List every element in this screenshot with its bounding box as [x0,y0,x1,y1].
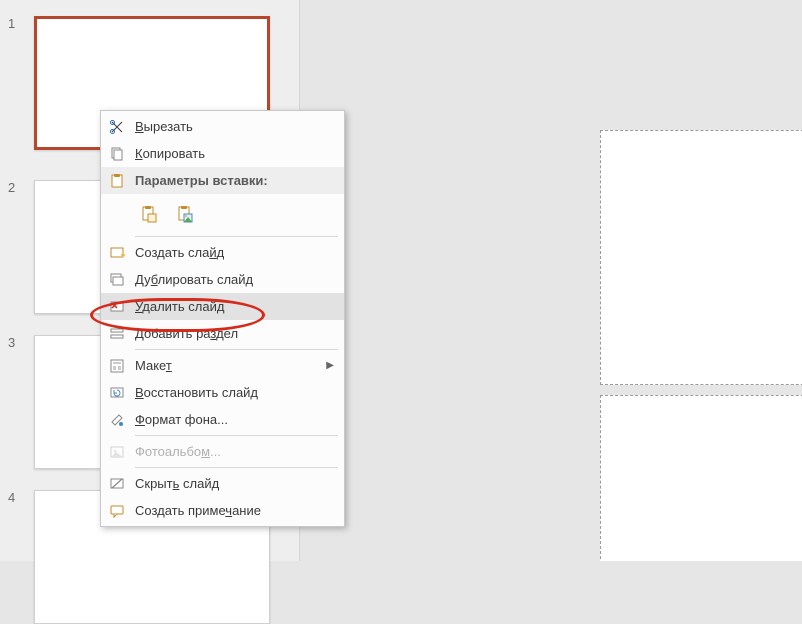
menu-reset-slide[interactable]: Восстановить слайд [101,379,344,406]
menu-label: Макет [135,358,326,373]
menu-add-section[interactable]: Добавить раздел [101,320,344,347]
menu-separator [135,236,338,237]
menu-label: Фотоальбом... [135,444,334,459]
menu-paste-options-header: Параметры вставки: [101,167,344,194]
new-slide-icon [107,243,127,263]
menu-cut[interactable]: Вырезать [101,113,344,140]
menu-label: Параметры вставки: [135,173,334,188]
menu-duplicate-slide[interactable]: Дублировать слайд [101,266,344,293]
paste-picture[interactable] [171,200,199,228]
reset-slide-icon [107,383,127,403]
clipboard-icon [107,171,127,191]
add-section-icon [107,324,127,344]
layout-icon [107,356,127,376]
menu-hide-slide[interactable]: Скрыть слайд [101,470,344,497]
copy-icon [107,144,127,164]
content-placeholder[interactable] [600,395,802,561]
scissors-icon [107,117,127,137]
slide-number: 2 [8,180,26,195]
menu-label: Восстановить слайд [135,385,334,400]
menu-new-slide[interactable]: Создать слайд [101,239,344,266]
delete-slide-icon [107,297,127,317]
menu-label: Вырезать [135,119,334,134]
slide-number: 4 [8,490,26,505]
paste-use-destination-theme[interactable] [135,200,163,228]
menu-separator [135,349,338,350]
slide-edit-area [300,0,802,561]
menu-separator [135,467,338,468]
comment-icon [107,501,127,521]
menu-label: Добавить раздел [135,326,334,341]
menu-label: Скрыть слайд [135,476,334,491]
slide-number: 1 [8,16,26,31]
menu-label: Копировать [135,146,334,161]
title-placeholder[interactable] [600,130,802,385]
menu-separator [135,435,338,436]
menu-label: Создать примечание [135,503,334,518]
photo-album-icon [107,442,127,462]
menu-label: Удалить слайд [135,299,334,314]
slide-number: 3 [8,335,26,350]
menu-photo-album: Фотоальбом... [101,438,344,465]
menu-layout[interactable]: Макет ▶ [101,352,344,379]
format-background-icon [107,410,127,430]
submenu-arrow-icon: ▶ [326,360,334,371]
hide-slide-icon [107,474,127,494]
menu-new-comment[interactable]: Создать примечание [101,497,344,524]
menu-delete-slide[interactable]: Удалить слайд [101,293,344,320]
menu-copy[interactable]: Копировать [101,140,344,167]
duplicate-slide-icon [107,270,127,290]
paste-options-row [101,194,344,234]
menu-label: Создать слайд [135,245,334,260]
menu-label: Дублировать слайд [135,272,334,287]
menu-label: Формат фона... [135,412,334,427]
slide-context-menu: Вырезать Копировать Параметры вставки: С… [100,110,345,527]
menu-format-background[interactable]: Формат фона... [101,406,344,433]
